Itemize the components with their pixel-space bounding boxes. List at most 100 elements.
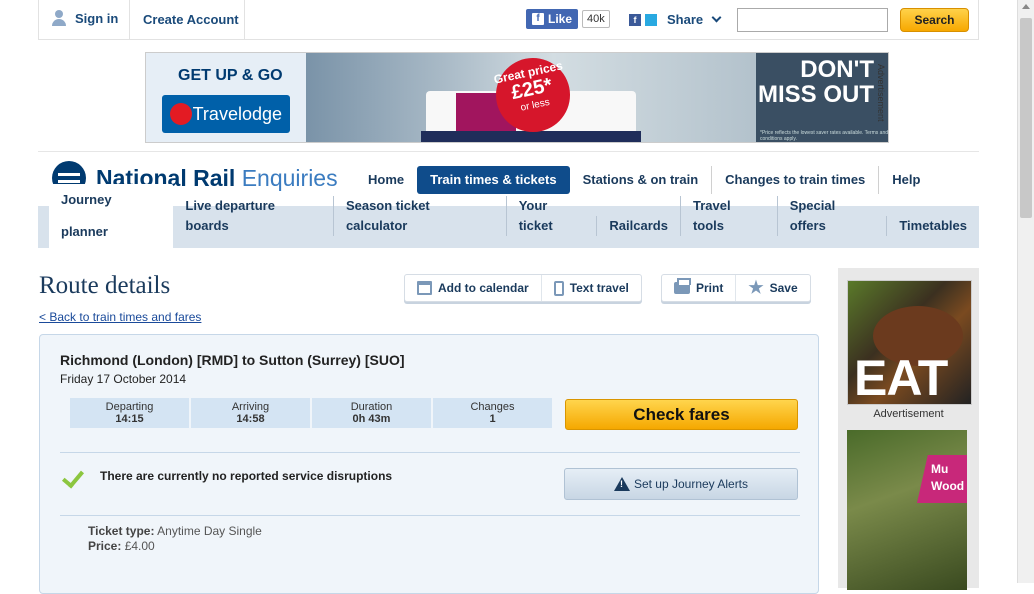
main-nav: Home Train times & tickets Stations & on… xyxy=(355,165,933,195)
price-label: Price: xyxy=(88,539,122,553)
stat-label: Departing xyxy=(105,401,154,413)
ad1-text: EAT xyxy=(854,350,948,405)
banner-advertisement[interactable]: GET UP & GO Travelodge Great prices £25*… xyxy=(145,52,889,143)
main-nav-home[interactable]: Home xyxy=(355,166,417,194)
tab-journey-planner[interactable]: Journey planner xyxy=(49,184,174,248)
woodland-advertisement[interactable]: Mu Wood xyxy=(847,430,967,590)
facebook-share-icon: f xyxy=(629,13,641,26)
back-to-train-times-link[interactable]: < Back to train times and fares xyxy=(39,310,201,324)
tab-your-ticket[interactable]: Your ticket xyxy=(505,196,597,236)
warning-icon: ! xyxy=(613,477,630,491)
journey-alerts-button[interactable]: ! Set up Journey Alerts xyxy=(564,468,798,500)
ticket-type-value: Anytime Day Single xyxy=(157,524,262,538)
text-travel-button[interactable]: Text travel xyxy=(540,275,641,301)
right-ad-column: EAT Advertisement Mu Wood xyxy=(838,268,979,590)
stat-label: Arriving xyxy=(231,401,270,413)
search-button[interactable]: Search xyxy=(900,8,969,32)
text-travel-label: Text travel xyxy=(569,281,629,295)
user-icon xyxy=(51,10,67,26)
stat-changes: Changes 1 xyxy=(433,398,552,428)
facebook-like-widget: f Like 40k xyxy=(526,9,610,29)
banner-cta-panel: DON'T MISS OUT *Price reflects the lowes… xyxy=(756,53,889,142)
save-button[interactable]: ★ Save xyxy=(735,275,809,301)
tab-railcards[interactable]: Railcards xyxy=(596,216,680,236)
stat-arriving: Arriving 14:58 xyxy=(191,398,310,428)
banner-brand-panel: GET UP & GO Travelodge xyxy=(146,53,306,142)
page-title: Route details xyxy=(39,272,171,299)
advertisement-label: Advertisement xyxy=(876,64,886,122)
divider xyxy=(38,151,979,152)
tab-live-departure-boards[interactable]: Live departure boards xyxy=(173,196,333,236)
top-bar: Sign in Create Account f Like 40k f Shar… xyxy=(38,0,979,40)
vertical-scrollbar[interactable] xyxy=(1017,0,1034,583)
advertisement-label: Advertisement xyxy=(873,408,944,420)
toolbar-calendar-text: Add to calendar Text travel xyxy=(404,274,642,302)
divider xyxy=(60,452,800,453)
facebook-icon: f xyxy=(532,13,544,25)
stat-departing: Departing 14:15 xyxy=(70,398,189,428)
banner-cta: DON'T MISS OUT xyxy=(757,56,874,108)
journey-date: Friday 17 October 2014 xyxy=(60,372,187,386)
checkmark-icon xyxy=(61,465,85,489)
add-to-calendar-button[interactable]: Add to calendar xyxy=(405,275,541,301)
stat-label: Duration xyxy=(350,401,393,413)
travelodge-logo: Travelodge xyxy=(162,95,290,133)
ad2-tag: Mu Wood xyxy=(917,455,967,503)
chevron-down-icon xyxy=(711,12,722,23)
price-value: £4.00 xyxy=(124,539,155,553)
stat-value: 14:58 xyxy=(236,413,265,425)
print-button[interactable]: Print xyxy=(662,275,735,301)
banner-fineprint: *Price reflects the lowest saver rates a… xyxy=(760,130,889,142)
main-nav-help[interactable]: Help xyxy=(878,166,933,194)
scroll-up-arrow-icon[interactable] xyxy=(1022,4,1030,9)
toolbar-print-save: Print ★ Save xyxy=(661,274,811,302)
journey-route: Richmond (London) [RMD] to Sutton (Surre… xyxy=(60,352,405,368)
main-nav-changes[interactable]: Changes to train times xyxy=(711,166,878,194)
stat-value: 1 xyxy=(489,413,496,425)
food-advertisement[interactable]: EAT xyxy=(847,280,972,405)
stat-value: 0h 43m xyxy=(352,413,391,425)
banner-headline: GET UP & GO xyxy=(178,67,283,84)
travelodge-logo-icon xyxy=(170,103,192,125)
journey-alerts-label: Set up Journey Alerts xyxy=(633,477,749,491)
tab-special-offers[interactable]: Special offers xyxy=(776,196,887,236)
star-icon: ★ xyxy=(748,278,764,297)
sub-nav: Journey planner Live departure boards Se… xyxy=(38,184,979,248)
ticket-info: Ticket type: Anytime Day Single Price: £… xyxy=(88,524,262,554)
logo-brand-light: Enquiries xyxy=(241,164,338,191)
ticket-type-label: Ticket type: xyxy=(88,524,155,538)
disruption-status: There are currently no reported service … xyxy=(100,469,393,483)
create-account-link[interactable]: Create Account xyxy=(143,12,239,27)
search-input[interactable] xyxy=(737,8,888,32)
main-nav-stations[interactable]: Stations & on train xyxy=(570,166,712,194)
twitter-icon xyxy=(645,13,657,26)
add-to-calendar-label: Add to calendar xyxy=(438,281,529,295)
share-menu[interactable]: f Share xyxy=(629,12,722,27)
divider xyxy=(60,515,800,516)
bedroom-image: Great prices £25* or less xyxy=(306,53,756,142)
printer-icon xyxy=(674,278,691,294)
sign-in-link[interactable]: Sign in xyxy=(51,10,118,26)
journey-stats: Departing 14:15 Arriving 14:58 Duration … xyxy=(70,398,552,428)
main-nav-train-times[interactable]: Train times & tickets xyxy=(417,166,570,194)
bed-base xyxy=(421,131,641,142)
scrollbar-thumb[interactable] xyxy=(1020,18,1032,218)
print-label: Print xyxy=(696,281,724,295)
check-fares-button[interactable]: Check fares xyxy=(565,399,798,430)
banner-brand: Travelodge xyxy=(192,104,282,124)
journey-card: Richmond (London) [RMD] to Sutton (Surre… xyxy=(39,334,819,594)
tab-season-ticket-calculator[interactable]: Season ticket calculator xyxy=(332,196,506,236)
tab-timetables[interactable]: Timetables xyxy=(886,216,979,236)
calendar-icon xyxy=(417,281,432,295)
sign-in-label: Sign in xyxy=(75,10,119,26)
facebook-like-button[interactable]: f Like xyxy=(526,9,579,29)
save-label: Save xyxy=(769,281,798,295)
phone-icon xyxy=(553,280,564,296)
share-label: Share xyxy=(667,12,704,27)
stat-label: Changes xyxy=(470,401,515,413)
stat-value: 14:15 xyxy=(115,413,144,425)
divider xyxy=(129,0,130,39)
tab-travel-tools[interactable]: Travel tools xyxy=(679,196,777,236)
divider xyxy=(244,0,245,39)
facebook-like-label: Like xyxy=(548,12,573,26)
